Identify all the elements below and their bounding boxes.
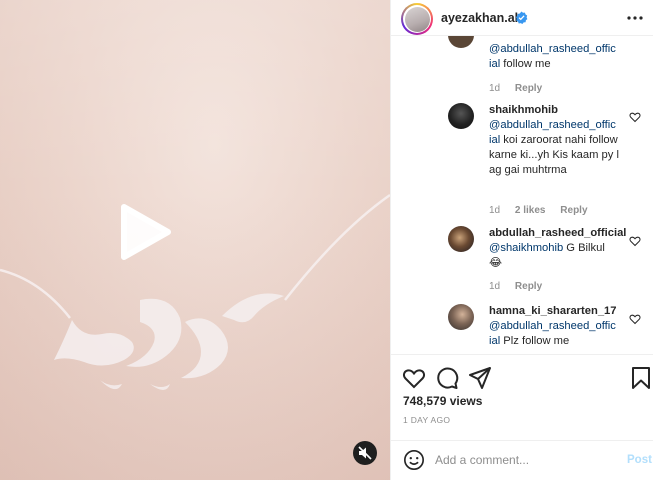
comment-text: koi zaroorat nahi follow karne ki...yh K… — [489, 134, 619, 176]
commenter-avatar[interactable] — [448, 36, 474, 48]
comment-bubble-icon[interactable] — [435, 366, 459, 390]
commenter-avatar[interactable] — [448, 226, 474, 252]
comment-input[interactable] — [435, 450, 615, 470]
comment-meta: 1d Reply — [489, 281, 554, 292]
add-comment-bar: Post — [391, 440, 653, 480]
post-video[interactable] — [0, 0, 390, 480]
commenter-avatar[interactable] — [448, 103, 474, 129]
comment-mention[interactable]: @shaikhmohib — [489, 242, 563, 254]
post-header: ayezakhan.ak — [391, 0, 653, 36]
author-avatar[interactable] — [401, 3, 433, 35]
post-details-panel: ayezakhan.ak @abdullah_rasheed_offic ial… — [390, 0, 653, 480]
comment-likes[interactable]: 2 likes — [515, 205, 546, 216]
post-actions: 748,579 views 1 DAY AGO — [391, 354, 653, 440]
commenter-username[interactable]: abdullah_rasheed_official — [489, 226, 639, 241]
commenter-username[interactable]: shaikhmohib — [489, 103, 621, 118]
play-icon — [121, 204, 171, 260]
comments-list[interactable]: @abdullah_rasheed_offic ial follow me 1d… — [391, 36, 653, 354]
commenter-username[interactable]: hamna_ki_shararten_17 — [489, 304, 621, 319]
view-count[interactable]: 748,579 views — [403, 394, 482, 408]
mute-toggle-button[interactable] — [353, 441, 377, 465]
like-comment-heart-icon[interactable] — [629, 235, 641, 247]
like-heart-icon[interactable] — [402, 366, 426, 390]
comment-text: follow me — [500, 58, 551, 70]
comment-age: 1d — [489, 205, 501, 216]
necklace-image — [0, 193, 390, 390]
post-comment-button[interactable]: Post — [627, 454, 652, 466]
author-avatar-image — [404, 6, 430, 32]
share-paper-plane-icon[interactable] — [468, 366, 492, 390]
like-comment-heart-icon[interactable] — [629, 111, 641, 123]
play-button[interactable] — [118, 203, 174, 261]
laughing-emoji: 😂 — [489, 257, 503, 269]
author-username[interactable]: ayezakhan.ak — [441, 11, 522, 25]
comment-meta: 1d 2 likes Reply — [489, 205, 600, 216]
comment-age: 1d — [489, 83, 501, 94]
speaker-muted-icon — [358, 446, 372, 460]
more-options-icon[interactable] — [623, 9, 647, 27]
comment-age: 1d — [489, 281, 501, 292]
commenter-avatar[interactable] — [448, 304, 474, 330]
comment-text: G Bilkul — [563, 242, 605, 254]
comment-text: Plz follow me — [500, 335, 570, 347]
reply-button[interactable]: Reply — [560, 205, 587, 216]
comment-meta: 1d Reply — [489, 83, 554, 94]
verified-badge-icon — [515, 11, 528, 24]
like-comment-heart-icon[interactable] — [629, 313, 641, 325]
reply-button[interactable]: Reply — [515, 83, 542, 94]
reply-button[interactable]: Reply — [515, 281, 542, 292]
emoji-picker-icon[interactable] — [403, 449, 425, 471]
save-bookmark-icon[interactable] — [629, 366, 653, 390]
post-timestamp[interactable]: 1 DAY AGO — [403, 415, 450, 425]
